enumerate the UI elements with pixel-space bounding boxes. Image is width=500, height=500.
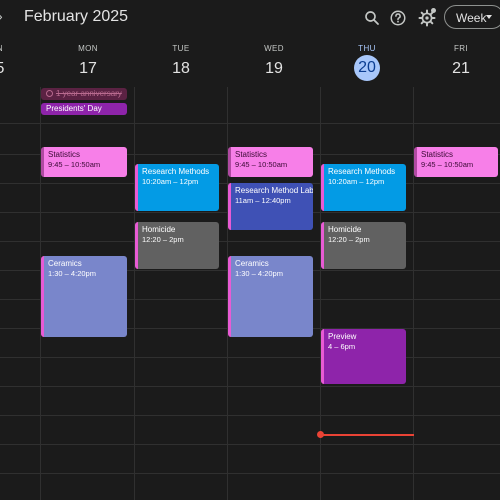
all-day-event-anniversary[interactable]: 1 year anniversary (41, 88, 127, 100)
event-title: Ceramics (235, 259, 269, 268)
event-title: Research Methods (142, 167, 210, 176)
day-header-mon-label: MON (78, 44, 98, 53)
event-wed-ceramics[interactable]: Ceramics 1:30 – 4:20pm (228, 256, 313, 337)
day-header-thu-label: THU (358, 44, 376, 53)
event-tue-research-methods[interactable]: Research Methods 10:20am – 12pm (135, 164, 219, 211)
day-header-mon-number[interactable]: 17 (73, 58, 103, 80)
event-thu-homicide[interactable]: Homicide 12:20 – 2pm (321, 222, 406, 269)
all-day-event-presidents-day[interactable]: Presidents' Day (41, 103, 127, 115)
event-title: Homicide (328, 225, 362, 234)
search-icon[interactable] (363, 9, 381, 27)
all-day-event-title: 1 year anniversary (56, 89, 122, 98)
day-header-thu-number-today[interactable]: 20 (354, 55, 380, 81)
event-time: 1:30 – 4:20pm (235, 269, 283, 278)
event-time: 4 – 6pm (328, 342, 356, 351)
event-title: Statistics (421, 150, 454, 159)
event-title: Preview (328, 332, 357, 341)
event-title: Statistics (48, 150, 81, 159)
day-header-wed-number[interactable]: 19 (259, 58, 289, 80)
day-header-tue-number[interactable]: 18 (166, 58, 196, 80)
settings-notification-dot (431, 8, 436, 13)
event-fri-statistics[interactable]: Statistics 9:45 – 10:50am (414, 147, 498, 177)
next-period-chevron-icon[interactable]: › (0, 8, 3, 24)
hour-line (0, 386, 500, 387)
event-time: 9:45 – 10:50am (421, 160, 474, 169)
day-header-tue-label: TUE (172, 44, 190, 53)
event-title: Homicide (142, 225, 176, 234)
day-column-divider (320, 87, 321, 500)
all-day-event-title: Presidents' Day (46, 104, 102, 113)
event-title: Ceramics (48, 259, 82, 268)
event-time: 12:20 – 2pm (142, 235, 184, 244)
view-switcher-label: Week (456, 11, 487, 25)
check-circle-icon (46, 90, 53, 97)
day-header-fri-number[interactable]: 21 (446, 58, 476, 80)
event-time: 9:45 – 10:50am (235, 160, 288, 169)
event-time: 10:20am – 12pm (142, 177, 199, 186)
day-column-divider (134, 87, 135, 500)
event-mon-ceramics[interactable]: Ceramics 1:30 – 4:20pm (41, 256, 127, 337)
event-thu-preview[interactable]: Preview 4 – 6pm (321, 329, 406, 384)
event-title: Research Methods (328, 167, 396, 176)
hour-line (0, 241, 500, 242)
day-header-sun-number[interactable]: 5 (0, 58, 15, 80)
event-time: 10:20am – 12pm (328, 177, 385, 186)
event-title: Research Method Lab (235, 186, 313, 195)
current-month-title: February 2025 (24, 8, 129, 25)
day-header-fri-label: FRI (453, 44, 469, 53)
hour-line (0, 357, 500, 358)
event-wed-research-method-lab[interactable]: Research Method Lab 11am – 12:40pm (228, 183, 313, 230)
event-time: 12:20 – 2pm (328, 235, 370, 244)
event-time: 1:30 – 4:20pm (48, 269, 96, 278)
day-header-wed-label: WED (264, 44, 284, 53)
event-thu-research-methods[interactable]: Research Methods 10:20am – 12pm (321, 164, 406, 211)
day-header-sun-label: N (0, 44, 15, 53)
top-bar: › February 2025 Week (0, 0, 500, 36)
hour-line (0, 444, 500, 445)
hour-line (0, 473, 500, 474)
event-title: Statistics (235, 150, 268, 159)
hour-line (0, 415, 500, 416)
event-tue-homicide[interactable]: Homicide 12:20 – 2pm (135, 222, 219, 269)
event-wed-statistics[interactable]: Statistics 9:45 – 10:50am (228, 147, 313, 177)
view-switcher-button[interactable]: Week (444, 5, 500, 29)
all-day-divider (0, 123, 500, 124)
event-time: 9:45 – 10:50am (48, 160, 101, 169)
dropdown-caret-icon (486, 15, 492, 19)
help-icon[interactable] (389, 9, 407, 27)
current-time-line (320, 434, 414, 436)
event-mon-statistics[interactable]: Statistics 9:45 – 10:50am (41, 147, 127, 177)
event-time: 11am – 12:40pm (235, 196, 291, 205)
